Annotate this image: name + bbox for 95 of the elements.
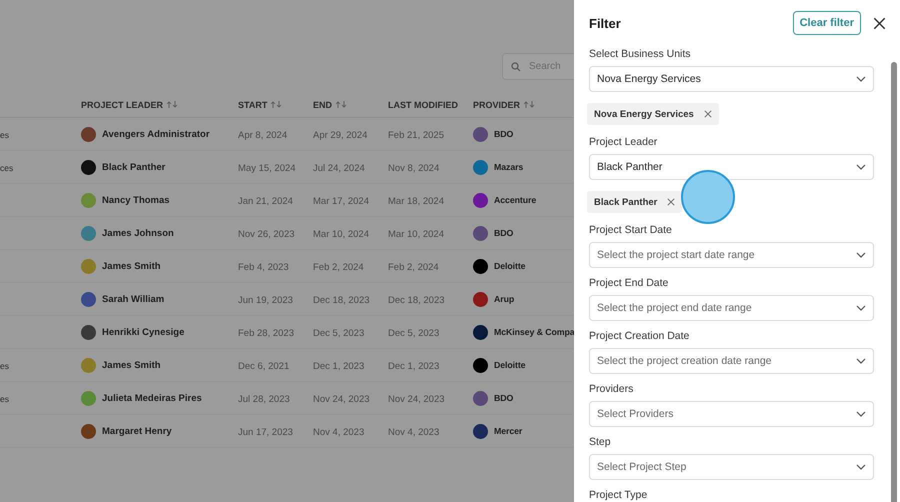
table-cell: Jan 21, 2024	[238, 196, 293, 207]
table-cell: es	[0, 130, 9, 140]
select-field[interactable]: Nova Energy Services	[589, 66, 874, 92]
field-label: Providers	[589, 382, 634, 397]
provider-name: Mercer	[494, 426, 522, 436]
table-cell: Dec 1, 2023	[388, 361, 440, 372]
table-cell: Nov 24, 2023	[313, 394, 370, 405]
sort-icon[interactable]	[523, 101, 536, 108]
leader-name: James Smith	[102, 360, 161, 370]
table-cell: Nov 4, 2023	[313, 427, 364, 438]
table-cell: Nov 26, 2023	[238, 229, 295, 240]
sort-icon[interactable]	[166, 101, 178, 108]
provider-name: BDO	[494, 129, 514, 139]
scrollbar-thumb[interactable]	[891, 62, 897, 502]
table-cell: Jun 19, 2023	[238, 295, 293, 306]
table-cell: Dec 5, 2023	[313, 328, 364, 339]
leader-name: James Smith	[102, 260, 161, 272]
chevron-down-icon	[856, 464, 866, 470]
table-cell: ces	[0, 163, 14, 173]
close-icon	[704, 110, 712, 118]
column-header[interactable]: PROVIDER	[473, 100, 520, 110]
table-cell: es	[0, 361, 9, 371]
table-cell: Dec 1, 2023	[313, 361, 364, 372]
chevron-down-icon	[856, 358, 866, 364]
leader-name: Black Panther	[102, 162, 166, 172]
leader-name: Nancy Thomas	[102, 194, 170, 206]
table-cell: Nov 4, 2023	[388, 427, 440, 438]
table-cell: Dec 5, 2023	[388, 328, 440, 339]
table-cell: Dec 6, 2021	[238, 361, 290, 372]
provider-name: Mazars	[494, 162, 524, 172]
sort-icon[interactable]	[335, 101, 348, 108]
filter-tag: Nova Energy Services	[587, 103, 719, 125]
close-icon	[667, 198, 676, 206]
leader-name: Margaret Henry	[102, 426, 172, 436]
clear-filter-button[interactable]: Clear filter	[792, 11, 861, 35]
leader-name: Henrikki Cynesige	[102, 326, 184, 338]
field-label: Project End Date	[589, 276, 670, 291]
provider-name: Arup	[494, 294, 514, 304]
provider-name: BDO	[494, 228, 514, 238]
panel-title: Filter	[589, 16, 622, 30]
close-button[interactable]	[871, 15, 887, 31]
table-cell: Dec 18, 2023	[313, 295, 370, 306]
leader-name: Julieta Medeiras Pires	[102, 392, 202, 404]
column-header[interactable]: END	[313, 100, 332, 110]
table-cell: Jul 24, 2024	[313, 163, 365, 174]
table-cell: Apr 8, 2024	[238, 130, 288, 141]
provider-name: BDO	[494, 393, 514, 403]
field-label: Select Business Units	[589, 47, 692, 62]
table-cell: Feb 2, 2024	[388, 262, 439, 273]
table-cell: Dec 18, 2023	[388, 295, 445, 306]
chevron-down-icon	[856, 411, 866, 417]
provider-name: Accenture	[494, 195, 536, 205]
provider-name: Deloitte	[494, 261, 526, 271]
table-cell: Jul 28, 2023	[238, 394, 290, 405]
leader-name: Sarah William	[102, 294, 164, 304]
search-icon	[511, 62, 521, 72]
table-cell: Feb 21, 2025	[388, 130, 444, 141]
field-label: Project Type	[589, 488, 648, 502]
leader-name: Avengers Administrator	[102, 128, 210, 140]
field-label: Project Leader	[589, 135, 658, 150]
column-header[interactable]: LAST MODIFIED	[388, 100, 458, 110]
field-label: Step	[589, 435, 612, 450]
select-field[interactable]: Black Panther	[589, 154, 874, 180]
table-cell: Mar 10, 2024	[388, 229, 444, 240]
provider-name: Deloitte	[494, 360, 526, 370]
column-header[interactable]: START	[238, 100, 268, 110]
select-field[interactable]: Select the project creation date range	[589, 348, 874, 374]
table-cell: Feb 2, 2024	[313, 262, 364, 273]
column-header[interactable]: PROJECT LEADER	[81, 100, 164, 110]
select-field[interactable]: Select Project Step	[589, 454, 874, 480]
provider-name: McKinsey & Compa	[494, 327, 575, 337]
table-cell: Feb 28, 2023	[238, 328, 294, 339]
chevron-down-icon	[856, 305, 866, 311]
chevron-down-icon	[856, 76, 866, 82]
sort-icon[interactable]	[270, 101, 282, 108]
chevron-down-icon	[856, 252, 866, 258]
table-cell: Nov 8, 2024	[388, 163, 440, 174]
table-cell: Mar 10, 2024	[313, 229, 369, 240]
close-icon	[872, 16, 886, 30]
table-cell: Apr 29, 2024	[313, 130, 368, 141]
field-label: Project Creation Date	[589, 329, 690, 344]
table-cell: Mar 17, 2024	[313, 196, 369, 207]
select-field[interactable]: Select the project start date range	[589, 242, 874, 268]
table-cell: Jun 17, 2023	[238, 427, 293, 438]
table-cell: May 15, 2024	[238, 163, 296, 174]
filter-tag: Black Panther	[587, 191, 682, 213]
select-field[interactable]: Select Providers	[589, 401, 874, 427]
select-field[interactable]: Select the project end date range	[589, 295, 874, 321]
field-label: Project Start Date	[589, 223, 673, 238]
table-cell: Mar 18, 2024	[388, 196, 444, 207]
leader-name: James Johnson	[102, 228, 174, 238]
chevron-down-icon	[856, 164, 866, 170]
table-cell: Nov 24, 2023	[388, 394, 445, 405]
table-cell: Feb 4, 2023	[238, 262, 289, 273]
table-cell: es	[0, 394, 9, 404]
